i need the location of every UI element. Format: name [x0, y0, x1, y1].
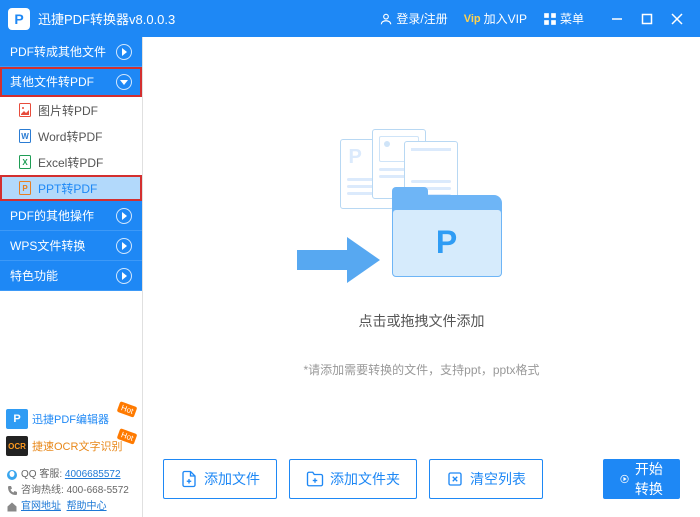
- minimize-button[interactable]: [602, 0, 632, 37]
- hint-text: *请添加需要转换的文件，支持ppt，pptx格式: [303, 361, 539, 378]
- promo-pdf-editor[interactable]: P 迅捷PDF编辑器 Hot: [6, 407, 136, 431]
- svg-text:X: X: [22, 158, 28, 167]
- sidebar-section-other-to-pdf[interactable]: 其他文件转PDF: [0, 67, 142, 97]
- drop-text: 点击或拖拽文件添加: [359, 311, 485, 331]
- close-icon: [671, 13, 683, 25]
- hot-badge: Hot: [116, 401, 137, 418]
- file-plus-icon: [180, 470, 198, 488]
- grid-icon: [543, 12, 557, 26]
- arrow-right-icon: [292, 235, 382, 285]
- sidebar-section-pdf-to-other[interactable]: PDF转成其他文件: [0, 37, 142, 67]
- promo-label: 捷速OCR文字识别: [32, 438, 122, 454]
- sidebar-section-label: PDF转成其他文件: [10, 43, 106, 60]
- home-icon: [6, 501, 18, 513]
- titlebar: P 迅捷PDF转换器v8.0.0.3 登录/注册 Vip 加入VIP 菜单: [0, 0, 700, 37]
- sidebar-section-label: 其他文件转PDF: [10, 73, 94, 90]
- action-bar: 添加文件 添加文件夹 清空列表 开始转换: [163, 459, 680, 499]
- folder-plus-icon: [306, 470, 324, 488]
- clear-list-button[interactable]: 清空列表: [429, 459, 543, 499]
- sidebar-section-label: WPS文件转换: [10, 237, 85, 254]
- help-link[interactable]: 帮助中心: [67, 499, 107, 515]
- close-button[interactable]: [662, 0, 692, 37]
- chevron-right-icon: [116, 238, 132, 254]
- login-label: 登录/注册: [396, 10, 447, 27]
- sidebar-section-label: 特色功能: [10, 267, 58, 284]
- add-file-button[interactable]: 添加文件: [163, 459, 277, 499]
- promo-ocr[interactable]: OCR 捷速OCR文字识别 Hot: [6, 434, 136, 458]
- button-label: 添加文件: [204, 469, 260, 489]
- button-label: 开始转换: [635, 459, 663, 499]
- app-logo-icon: P: [8, 8, 30, 30]
- maximize-icon: [641, 13, 653, 25]
- drop-zone[interactable]: P 点击或拖拽文件添加 *请添加需要转换的文件，支持ppt，pptx格式: [163, 51, 680, 441]
- sidebar-item-label: Excel转PDF: [38, 154, 103, 171]
- minimize-icon: [611, 13, 623, 25]
- vip-icon: Vip: [464, 13, 481, 25]
- svg-text:P: P: [22, 184, 28, 193]
- start-convert-button[interactable]: 开始转换: [603, 459, 680, 499]
- chevron-right-icon: [116, 208, 132, 224]
- sidebar-section-label: PDF的其他操作: [10, 207, 94, 224]
- main-panel: P 点击或拖拽文件添加 *请添加需要转换的文件，支持ppt，pptx格式 添加文…: [143, 37, 700, 517]
- play-icon: [620, 470, 629, 488]
- word-file-icon: W: [18, 129, 32, 143]
- drop-illustration: P: [322, 115, 522, 295]
- app-title: 迅捷PDF转换器v8.0.0.3: [38, 9, 175, 28]
- button-label: 清空列表: [470, 469, 526, 489]
- vip-button[interactable]: Vip 加入VIP: [456, 0, 535, 37]
- sidebar-item-label: PPT转PDF: [38, 180, 97, 197]
- ocr-icon: OCR: [6, 436, 28, 456]
- qq-icon: [6, 469, 18, 481]
- qq-label: QQ 客服:: [21, 467, 62, 483]
- button-label: 添加文件夹: [330, 469, 400, 489]
- chevron-down-icon: [116, 74, 132, 90]
- pdf-editor-icon: P: [6, 409, 28, 429]
- sidebar-item-excel-to-pdf[interactable]: X Excel转PDF: [0, 149, 142, 175]
- ppt-file-icon: P: [18, 181, 32, 195]
- sidebar-item-label: 图片转PDF: [38, 102, 98, 119]
- image-file-icon: [18, 103, 32, 117]
- menu-button[interactable]: 菜单: [535, 0, 592, 37]
- maximize-button[interactable]: [632, 0, 662, 37]
- sidebar-item-label: Word转PDF: [38, 128, 102, 145]
- sidebar-section-special[interactable]: 特色功能: [0, 261, 142, 291]
- sidebar-item-word-to-pdf[interactable]: W Word转PDF: [0, 123, 142, 149]
- sidebar-item-ppt-to-pdf[interactable]: P PPT转PDF: [0, 175, 142, 201]
- vip-label: 加入VIP: [484, 10, 527, 27]
- clear-icon: [446, 470, 464, 488]
- chevron-right-icon: [116, 268, 132, 284]
- sidebar-item-image-to-pdf[interactable]: 图片转PDF: [0, 97, 142, 123]
- sidebar-section-pdf-other-ops[interactable]: PDF的其他操作: [0, 201, 142, 231]
- site-link[interactable]: 官网地址: [21, 499, 61, 515]
- sidebar: PDF转成其他文件 其他文件转PDF 图片转PDF W Word转PDF X E…: [0, 37, 143, 517]
- promo-label: 迅捷PDF编辑器: [32, 411, 109, 427]
- footer-links: QQ 客服: 4006685572 咨询热线: 400-668-5572 官网地…: [0, 465, 142, 517]
- add-folder-button[interactable]: 添加文件夹: [289, 459, 417, 499]
- hotline-value: 400-668-5572: [67, 483, 129, 499]
- login-button[interactable]: 登录/注册: [371, 0, 455, 37]
- qq-link[interactable]: 4006685572: [65, 467, 121, 483]
- sidebar-section-wps[interactable]: WPS文件转换: [0, 231, 142, 261]
- chevron-right-icon: [116, 44, 132, 60]
- hotline-label: 咨询热线:: [21, 483, 64, 499]
- phone-icon: [6, 485, 18, 497]
- svg-text:W: W: [21, 132, 29, 141]
- menu-label: 菜单: [560, 10, 584, 27]
- excel-file-icon: X: [18, 155, 32, 169]
- user-icon: [379, 12, 393, 26]
